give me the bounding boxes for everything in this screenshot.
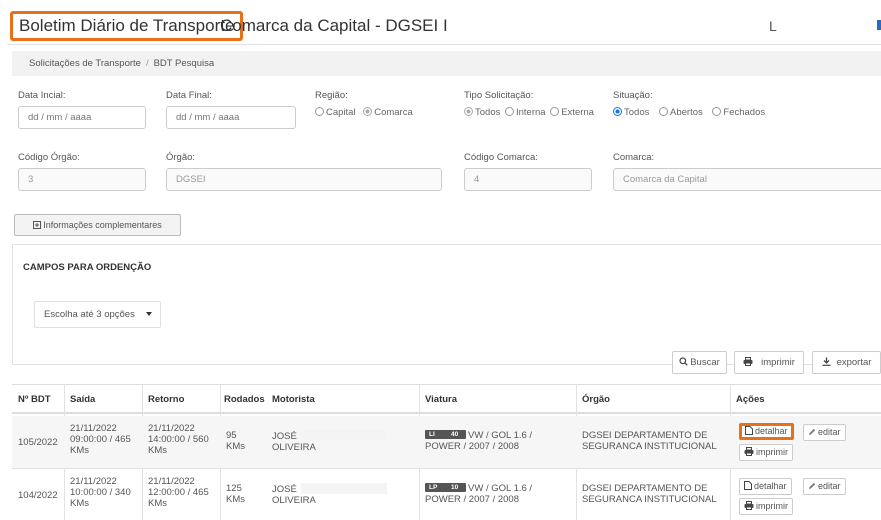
cell-retorno: 21/11/2022 12:00:00 / 465 KMs xyxy=(148,476,209,509)
radio-off-icon xyxy=(315,107,324,116)
tipo-solicitacao-label: Tipo Solicitação: xyxy=(464,90,534,101)
col-header-bdt[interactable]: Nº BDT xyxy=(12,385,51,414)
col-header-acoes: Ações xyxy=(736,394,765,405)
cell-bdt: 104/2022 xyxy=(18,490,58,501)
buscar-button[interactable]: Buscar xyxy=(672,351,727,374)
comarca-label: Comarca: xyxy=(613,152,655,163)
radio-off-icon xyxy=(550,107,560,116)
comarca-input[interactable]: Comarca da Capital xyxy=(613,168,881,191)
codigo-orgao-label: Código Órgão: xyxy=(18,152,80,163)
tipo-option-todos[interactable]: Todos xyxy=(464,107,500,118)
situacao-option-fechados[interactable]: Fechados xyxy=(712,107,765,118)
col-header-orgao[interactable]: Órgão xyxy=(576,385,610,414)
cell-saida: 21/11/2022 09:00:00 / 465 KMs xyxy=(70,423,131,456)
radio-off-icon xyxy=(712,107,722,116)
cell-rodados: 125 KMs xyxy=(226,483,245,505)
cell-retorno: 21/11/2022 14:00:00 / 560 KMs xyxy=(148,423,209,456)
editar-button[interactable]: editar xyxy=(803,424,846,441)
col-header-rodados[interactable]: Rodados xyxy=(220,385,265,414)
title-bar: Boletim Diário de Transporte Comarca da … xyxy=(7,8,881,45)
codigo-comarca-label: Código Comarca: xyxy=(464,152,538,163)
situacao-label: Situação: xyxy=(613,90,653,101)
orgao-input[interactable]: DGSEI xyxy=(166,168,442,191)
regiao-label: Região: xyxy=(315,90,348,101)
col-header-retorno[interactable]: Retorno xyxy=(142,385,184,414)
data-inicial-input[interactable]: dd / mm / aaaa xyxy=(18,106,146,129)
cell-bdt: 105/2022 xyxy=(18,437,58,448)
breadcrumb: Solicitações de Transporte / BDT Pesquisa xyxy=(12,51,881,76)
radio-on-icon xyxy=(464,107,473,116)
codigo-orgao-input[interactable]: 3 xyxy=(18,168,146,191)
plus-square-icon xyxy=(33,216,42,236)
printer-icon xyxy=(744,500,754,515)
caret-down-icon xyxy=(146,312,152,316)
situacao-option-todos[interactable]: Todos xyxy=(613,107,649,118)
table-row: 104/2022 21/11/2022 10:00:00 / 340 KMs 21/… xyxy=(12,469,881,520)
col-header-saida[interactable]: Saída xyxy=(64,385,95,414)
cell-orgao: DGSEI DEPARTAMENTO DE SEGURANCA INSTITUCI… xyxy=(582,483,717,505)
cell-motorista: JOSÉ OLIVEIRA xyxy=(272,430,387,453)
redacted-block xyxy=(300,430,387,441)
imprimir-row-button[interactable]: imprimir xyxy=(739,444,793,461)
license-plate: LP 10 xyxy=(425,483,466,492)
codigo-comarca-input[interactable]: 4 xyxy=(464,168,592,191)
breadcrumb-item-bdt-pesquisa: BDT Pesquisa xyxy=(153,58,215,69)
license-plate: LI 40 xyxy=(425,430,466,439)
data-final-input[interactable]: dd / mm / aaaa xyxy=(166,106,296,129)
printer-icon xyxy=(743,353,753,374)
regiao-radio-group: Capital Comarca xyxy=(315,107,418,118)
col-header-motorista[interactable]: Motorista xyxy=(266,385,315,414)
data-inicial-label: Data Incial: xyxy=(18,90,66,101)
table-row: 105/2022 21/11/2022 09:00:00 / 465 KMs 21/… xyxy=(12,416,881,469)
col-header-viatura[interactable]: Viatura xyxy=(419,385,457,414)
detalhar-button[interactable]: detalhar xyxy=(739,423,794,440)
cell-viatura: LI 40 VW / GOL 1.6 / POWER / 2007 / 2008 xyxy=(425,430,533,452)
imprimir-row-button[interactable]: imprimir xyxy=(739,498,793,515)
file-icon xyxy=(744,480,752,495)
radio-on-icon xyxy=(613,107,622,116)
editar-button[interactable]: editar xyxy=(803,478,846,495)
cell-rodados: 95 KMs xyxy=(226,430,245,452)
page-title: Boletim Diário de Transporte xyxy=(10,11,244,41)
download-icon xyxy=(822,353,831,374)
ordering-select[interactable]: Escolha até 3 opções xyxy=(34,301,161,328)
regiao-option-comarca[interactable]: Comarca xyxy=(363,107,413,118)
search-icon xyxy=(679,353,688,374)
tipo-option-externa[interactable]: Externa xyxy=(550,107,594,118)
cell-orgao: DGSEI DEPARTAMENTO DE SEGURANCA INSTITUCI… xyxy=(582,430,717,452)
situacao-radio-group: Todos Abertos Fechados xyxy=(613,107,770,118)
informacoes-complementares-button[interactable]: Informações complementares xyxy=(14,214,181,236)
tipo-option-interna[interactable]: Interna xyxy=(505,107,546,118)
situacao-option-abertos[interactable]: Abertos xyxy=(659,107,703,118)
regiao-option-capital[interactable]: Capital xyxy=(315,107,356,118)
pencil-icon xyxy=(808,426,816,441)
cell-saida: 21/11/2022 10:00:00 / 340 KMs xyxy=(70,476,131,509)
radio-on-icon xyxy=(363,107,373,116)
header-accent xyxy=(877,20,881,30)
file-icon xyxy=(745,426,753,438)
radio-off-icon xyxy=(505,107,514,116)
redacted-block xyxy=(300,483,387,494)
ordering-title: CAMPOS PARA ORDENÇÃO xyxy=(23,262,152,273)
bdt-table: Nº BDT Saída Retorno Rodados Motorista V… xyxy=(12,384,881,520)
printer-icon xyxy=(744,446,754,461)
pencil-icon xyxy=(808,480,816,495)
cell-motorista: JOSÉ OLIVEIRA xyxy=(272,483,387,506)
tipo-radio-group: Todos Interna Externa xyxy=(464,107,599,118)
exportar-button[interactable]: exportar xyxy=(812,351,881,374)
page-subtitle: Comarca da Capital - DGSEI I xyxy=(220,16,448,35)
orgao-label: Órgão: xyxy=(166,152,196,163)
imprimir-toolbar-button[interactable]: imprimir xyxy=(734,351,804,374)
header-right-letter: L xyxy=(769,18,777,34)
radio-off-icon xyxy=(659,107,668,116)
cell-viatura: LP 10 VW / GOL 1.6 / POWER / 2007 / 2008 xyxy=(425,483,533,505)
breadcrumb-item-solicitacoes[interactable]: Solicitações de Transporte xyxy=(29,58,141,69)
data-final-label: Data Final: xyxy=(166,90,212,101)
detalhar-button[interactable]: detalhar xyxy=(739,478,792,495)
